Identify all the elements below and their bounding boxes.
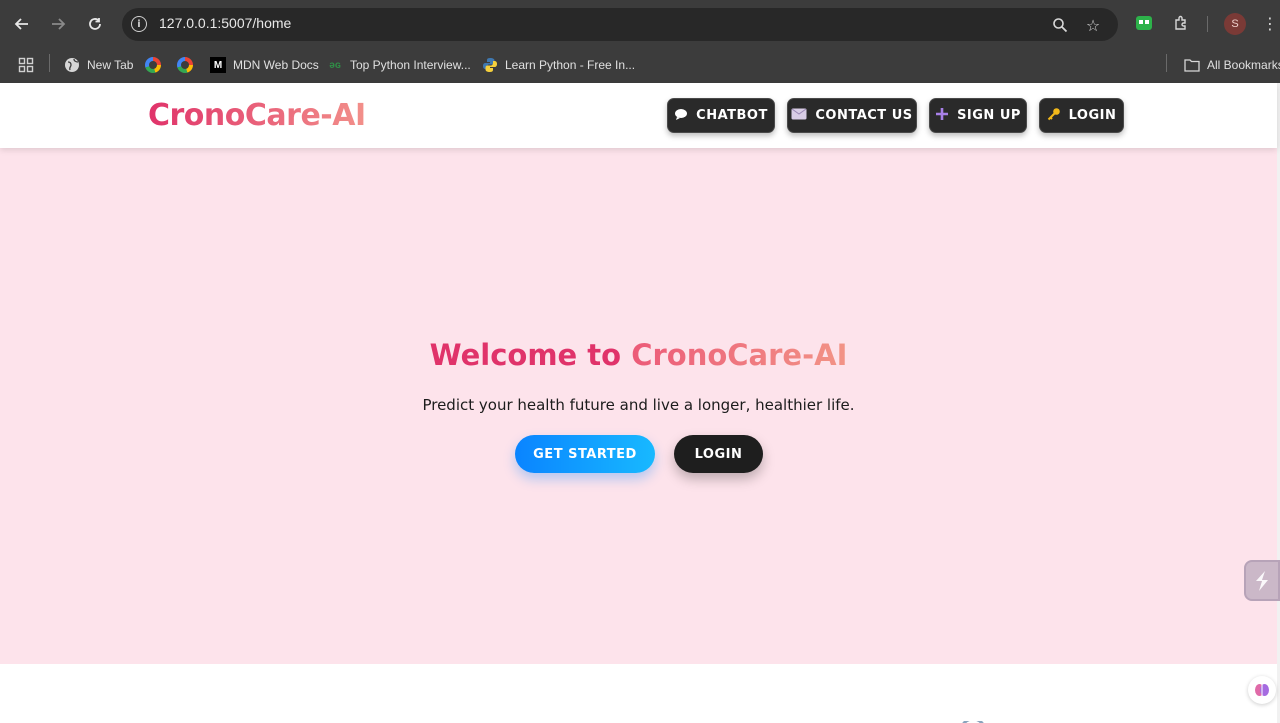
- google-icon: [177, 57, 193, 73]
- menu-kebab-icon[interactable]: ⋮: [1259, 12, 1280, 34]
- profile-avatar[interactable]: S: [1224, 13, 1246, 35]
- folder-icon: [1184, 57, 1200, 73]
- site-header: CronoCare-AI CHATBOT CONTACT US SIGN UP …: [0, 83, 1277, 148]
- bookmark-star-icon[interactable]: ☆: [1082, 14, 1104, 36]
- hero-section: Welcome to CronoCare-AI Predict your hea…: [0, 148, 1277, 664]
- bookmark-mdn[interactable]: M MDN Web Docs: [210, 55, 319, 75]
- nav-login-label: LOGIN: [1068, 108, 1117, 123]
- site-info-icon[interactable]: i: [131, 16, 147, 32]
- bookmark-google-2[interactable]: [177, 55, 193, 75]
- bookmark-label: New Tab: [87, 58, 134, 72]
- python-logo-icon: [482, 57, 498, 73]
- all-bookmarks-button[interactable]: All Bookmarks: [1184, 55, 1280, 75]
- plus-icon: [935, 107, 949, 125]
- bookmarks-bar: New Tab M MDN Web Docs ǝɢ Top Python Int…: [0, 48, 1280, 83]
- url-text[interactable]: 127.0.0.1:5007/home: [159, 15, 291, 31]
- bookmark-label: Top Python Interview...: [350, 58, 471, 72]
- gfg-logo-icon: ǝɢ: [329, 59, 341, 71]
- nav-contact-label: CONTACT US: [815, 108, 913, 123]
- key-icon: [1047, 107, 1061, 125]
- nav-login-button[interactable]: LOGIN: [1039, 98, 1124, 133]
- hero-title: Welcome to CronoCare-AI: [0, 338, 1277, 372]
- hero-subtitle: Predict your health future and live a lo…: [422, 396, 855, 414]
- bookmark-google-1[interactable]: [145, 55, 161, 75]
- back-icon[interactable]: [10, 12, 34, 36]
- nav-chatbot-button[interactable]: CHATBOT: [667, 98, 775, 133]
- get-started-button[interactable]: GET STARTED: [515, 435, 655, 473]
- forward-icon[interactable]: [46, 12, 70, 36]
- nav-signup-button[interactable]: SIGN UP: [929, 98, 1027, 133]
- toolbar-divider: [1207, 16, 1208, 32]
- speech-bubble-icon: [674, 108, 688, 124]
- nav-chatbot-label: CHATBOT: [696, 108, 768, 123]
- browser-toolbar: i 127.0.0.1:5007/home ☆ S ⋮: [0, 0, 1280, 48]
- feature-icon: [958, 716, 984, 723]
- extensions-puzzle-icon[interactable]: [1170, 12, 1192, 34]
- site-logo[interactable]: CronoCare-AI: [148, 98, 366, 133]
- feature-icon: [287, 716, 313, 723]
- bookmark-label: Learn Python - Free In...: [505, 58, 636, 72]
- globe-icon: [64, 57, 80, 73]
- google-icon: [145, 57, 161, 73]
- nav-signup-label: SIGN UP: [957, 108, 1021, 123]
- features-section: [0, 664, 1277, 723]
- hero-title-brand: CronoCare-AI: [631, 338, 848, 372]
- bookmarks-divider: [49, 54, 50, 72]
- envelope-icon: [791, 108, 807, 124]
- bookmark-new-tab[interactable]: New Tab: [64, 55, 133, 75]
- nav-contact-button[interactable]: CONTACT US: [787, 98, 917, 133]
- side-widget-icon[interactable]: [1244, 560, 1280, 601]
- reload-icon[interactable]: [83, 12, 107, 36]
- brain-assistant-icon[interactable]: [1248, 676, 1276, 704]
- bookmarks-divider: [1166, 54, 1167, 72]
- bookmark-geeksforgeeks[interactable]: ǝɢ Top Python Interview...: [327, 55, 471, 75]
- extension-icon[interactable]: [1133, 12, 1155, 34]
- bookmark-label: MDN Web Docs: [233, 58, 319, 72]
- zoom-icon[interactable]: [1049, 14, 1071, 36]
- mdn-logo-icon: M: [210, 57, 226, 73]
- apps-grid-icon[interactable]: [18, 55, 34, 75]
- hero-title-prefix: Welcome to: [429, 338, 632, 372]
- hero-login-button[interactable]: LOGIN: [674, 435, 763, 473]
- bookmark-learn-python[interactable]: Learn Python - Free In...: [482, 55, 635, 75]
- address-bar[interactable]: i 127.0.0.1:5007/home ☆: [122, 8, 1118, 41]
- feature-icon: [628, 716, 654, 723]
- all-bookmarks-label: All Bookmarks: [1207, 58, 1280, 72]
